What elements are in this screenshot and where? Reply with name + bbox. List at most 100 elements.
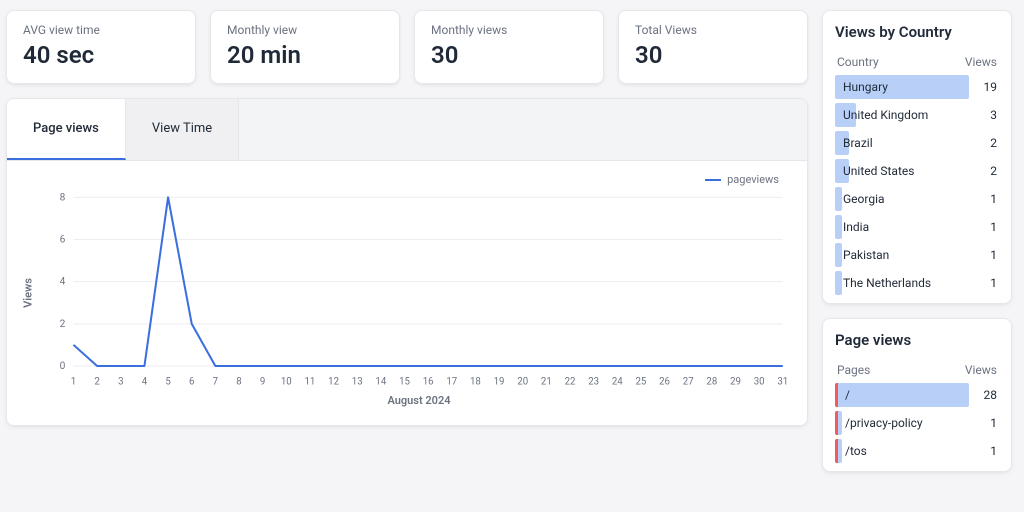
svg-text:6: 6	[60, 235, 66, 246]
svg-text:7: 7	[213, 376, 218, 387]
table-row: India1	[835, 215, 999, 239]
table-row: Pakistan1	[835, 243, 999, 267]
table-row: Brazil2	[835, 131, 999, 155]
country-column-header: Country	[837, 55, 879, 69]
table-row: Georgia1	[835, 187, 999, 211]
row-value: 1	[990, 444, 999, 458]
stat-value: 30	[431, 41, 587, 69]
row-value: 19	[984, 80, 1000, 94]
svg-text:2: 2	[60, 319, 66, 330]
svg-text:3: 3	[118, 376, 123, 387]
stat-card-total-views: Total Views 30	[618, 10, 808, 84]
y-axis-label: Views	[21, 278, 34, 308]
svg-text:15: 15	[399, 376, 410, 387]
x-axis-label: August 2024	[43, 394, 795, 407]
stat-label: Monthly view	[227, 23, 383, 37]
svg-text:23: 23	[588, 376, 599, 387]
row-value: 2	[990, 136, 999, 150]
stat-value: 30	[635, 41, 791, 69]
svg-text:26: 26	[659, 376, 670, 387]
svg-text:12: 12	[328, 376, 339, 387]
row-label: Georgia	[835, 192, 990, 206]
row-value: 3	[990, 108, 999, 122]
stat-value: 40 sec	[23, 41, 179, 69]
svg-text:14: 14	[375, 376, 386, 387]
stat-card-avg-view-time: AVG view time 40 sec	[6, 10, 196, 84]
row-label: /privacy-policy	[835, 416, 990, 430]
svg-text:11: 11	[305, 376, 316, 387]
row-label: /tos	[835, 444, 990, 458]
svg-text:5: 5	[165, 376, 171, 387]
row-value: 1	[990, 276, 999, 290]
stat-card-monthly-view: Monthly view 20 min	[210, 10, 400, 84]
stat-label: Total Views	[635, 23, 791, 37]
legend-label: pageviews	[727, 173, 779, 186]
table-row: Hungary19	[835, 75, 999, 99]
svg-text:17: 17	[446, 376, 457, 387]
svg-text:6: 6	[189, 376, 194, 387]
svg-text:20: 20	[517, 376, 528, 387]
legend-swatch	[705, 179, 721, 181]
page-views-card: Page views Pages Views /28/privacy-polic…	[822, 318, 1012, 472]
row-value: 1	[990, 220, 999, 234]
views-column-header: Views	[965, 363, 997, 377]
row-value: 28	[984, 388, 1000, 402]
stat-label: Monthly views	[431, 23, 587, 37]
svg-text:27: 27	[683, 376, 694, 387]
table-row: /tos1	[835, 439, 999, 463]
page-views-title: Page views	[835, 331, 999, 349]
svg-text:4: 4	[142, 376, 148, 387]
svg-text:18: 18	[470, 376, 481, 387]
row-value: 1	[990, 248, 999, 262]
table-row: The Netherlands1	[835, 271, 999, 295]
table-row: /privacy-policy1	[835, 411, 999, 435]
svg-text:25: 25	[636, 376, 647, 387]
row-label: India	[835, 220, 990, 234]
svg-text:2: 2	[94, 376, 100, 387]
svg-text:0: 0	[60, 361, 66, 372]
svg-text:4: 4	[60, 277, 66, 288]
stat-value: 20 min	[227, 41, 383, 69]
page-rows: /28/privacy-policy1/tos1	[835, 383, 999, 463]
svg-text:22: 22	[565, 376, 576, 387]
row-label: Pakistan	[835, 248, 990, 262]
tab-view-time[interactable]: View Time	[126, 99, 239, 160]
svg-text:8: 8	[236, 376, 241, 387]
row-label: United Kingdom	[835, 108, 990, 122]
svg-text:9: 9	[260, 376, 265, 387]
svg-text:13: 13	[352, 376, 363, 387]
svg-text:19: 19	[494, 376, 505, 387]
stat-card-monthly-views: Monthly views 30	[414, 10, 604, 84]
chart-legend: pageviews	[705, 173, 779, 186]
country-rows: Hungary19United Kingdom3Brazil2United St…	[835, 75, 999, 295]
svg-text:31: 31	[777, 376, 788, 387]
table-row: United Kingdom3	[835, 103, 999, 127]
svg-text:10: 10	[281, 376, 292, 387]
views-column-header: Views	[965, 55, 997, 69]
svg-text:29: 29	[730, 376, 741, 387]
views-by-country-card: Views by Country Country Views Hungary19…	[822, 10, 1012, 304]
table-row: /28	[835, 383, 999, 407]
row-value: 2	[990, 164, 999, 178]
stat-label: AVG view time	[23, 23, 179, 37]
row-value: 1	[990, 416, 999, 430]
table-row: United States2	[835, 159, 999, 183]
svg-text:8: 8	[60, 192, 66, 203]
stats-row: AVG view time40 secMonthly view20 minMon…	[6, 10, 808, 84]
row-label: Hungary	[835, 80, 984, 94]
tab-page-views[interactable]: Page views	[7, 99, 126, 160]
svg-text:21: 21	[541, 376, 552, 387]
chart-card: Page viewsView Time pageviews Views 0246…	[6, 98, 808, 426]
row-label: /	[835, 388, 984, 402]
line-chart: 0246812345678910111213141516171819202122…	[43, 177, 795, 390]
svg-text:24: 24	[612, 376, 623, 387]
row-value: 1	[990, 192, 999, 206]
svg-text:16: 16	[423, 376, 434, 387]
row-label: The Netherlands	[835, 276, 990, 290]
svg-text:30: 30	[754, 376, 765, 387]
views-by-country-title: Views by Country	[835, 23, 999, 41]
svg-text:1: 1	[71, 376, 76, 387]
row-label: Brazil	[835, 136, 990, 150]
svg-text:28: 28	[706, 376, 717, 387]
chart-tabs: Page viewsView Time	[7, 99, 807, 161]
